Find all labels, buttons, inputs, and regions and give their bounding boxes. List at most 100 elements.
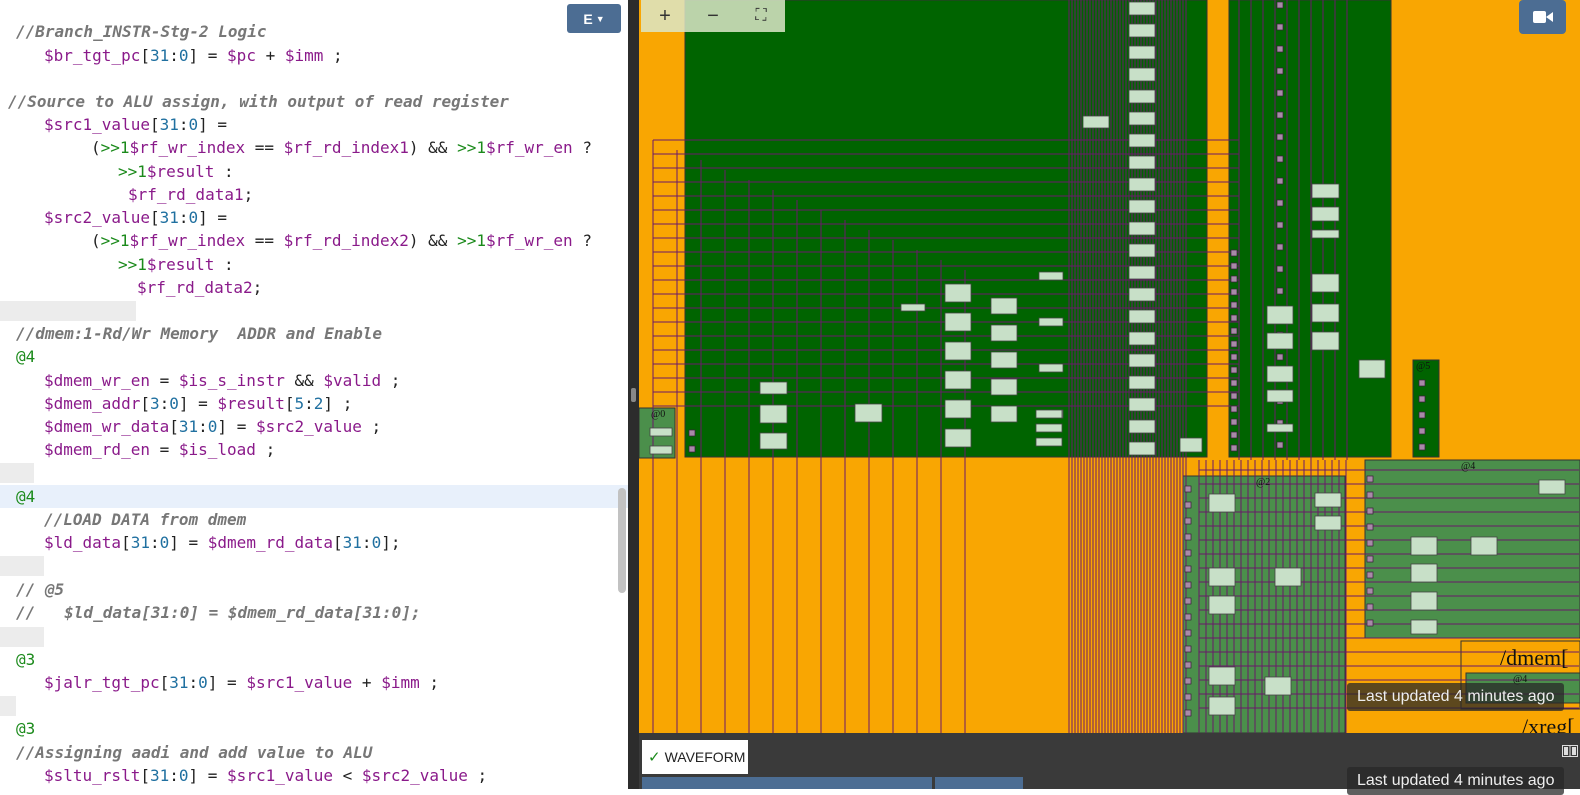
port: [1230, 366, 1238, 374]
code-text: :: [149, 533, 160, 552]
code-line[interactable]: >>1$result :: [0, 253, 234, 276]
code-line[interactable]: (>>1$rf_wr_index == $rf_rd_index2) && >>…: [0, 229, 592, 252]
logic-cell: [944, 428, 972, 448]
port: [1276, 45, 1284, 53]
code-line[interactable]: //dmem:1-Rd/Wr Memory ADDR and Enable: [0, 322, 382, 345]
port: [1230, 340, 1238, 348]
code-line[interactable]: $dmem_wr_data[31:0] = $src2_value ;: [0, 415, 381, 438]
code-line[interactable]: //LOAD DATA from dmem: [0, 508, 246, 531]
diagram-viewport[interactable]: @0 @5 @2 @4 @4 /dmem[ /xreg[ + − ⛶ Last …: [639, 0, 1580, 733]
code-text: [: [169, 417, 179, 436]
logic-cell: [1208, 595, 1236, 615]
code-signal: $src1_value: [44, 115, 150, 134]
code-line[interactable]: // $ld_data[31:0] = $dmem_rd_data[31:0];: [0, 601, 421, 624]
port: [1230, 275, 1238, 283]
code-line[interactable]: //Source to ALU assign, with output of r…: [0, 90, 509, 113]
code-text: :: [214, 255, 234, 274]
divider-handle-icon[interactable]: [631, 388, 636, 402]
code-comment: //Source to ALU assign, with output of r…: [8, 92, 509, 111]
split-view-icon[interactable]: [1562, 743, 1578, 759]
stage-block-5[interactable]: [1412, 359, 1440, 458]
logic-cell: [990, 324, 1018, 342]
code-line[interactable]: @3: [0, 648, 35, 671]
logic-cell: [1035, 423, 1063, 433]
logic-cell: [1128, 111, 1156, 126]
logic-cell: [854, 403, 883, 423]
logic-cell: [944, 370, 972, 390]
port: [1276, 353, 1284, 361]
logic-cell: [1128, 353, 1156, 368]
code-line[interactable]: //Branch_INSTR-Stg-2 Logic: [0, 20, 266, 43]
code-line[interactable]: $src2_value[31:0] =: [0, 206, 227, 229]
port: [1276, 133, 1284, 141]
code-pipe-token: @3: [16, 719, 36, 738]
logic-cell: [1410, 591, 1438, 611]
code-number: 0: [207, 417, 218, 436]
code-line[interactable]: (>>1$rf_wr_index == $rf_rd_index1) && >>…: [0, 136, 592, 159]
code-text: ] ;: [323, 394, 353, 413]
logic-cell: [1128, 397, 1156, 412]
port: [1184, 693, 1192, 701]
port: [1184, 677, 1192, 685]
code-text: ?: [572, 231, 592, 250]
code-text: (: [91, 231, 101, 250]
stage-block-regfile[interactable]: [1228, 0, 1392, 458]
tab-waveform[interactable]: ✓ WAVEFORM: [642, 740, 748, 774]
code-line[interactable]: $rf_rd_data2;: [0, 276, 262, 299]
editor-scrollbar[interactable]: [618, 488, 626, 593]
code-number: 31: [159, 208, 179, 227]
panel-tab-strip[interactable]: [642, 777, 932, 789]
code-line[interactable]: $dmem_addr[3:0] = $result[5:2] ;: [0, 392, 352, 415]
code-editor[interactable]: //Branch_INSTR-Stg-2 Logic $br_tgt_pc[31:…: [0, 0, 628, 789]
code-line[interactable]: @3: [0, 717, 35, 740]
code-pipe-token: @4: [16, 487, 36, 506]
logic-cell: [1311, 183, 1340, 199]
code-line[interactable]: @4: [0, 485, 628, 508]
code-line[interactable]: $jalr_tgt_pc[31:0] = $src1_value + $imm …: [0, 671, 439, 694]
logic-cell: [1128, 243, 1156, 258]
logic-cell: [1311, 331, 1340, 351]
code-line[interactable]: $dmem_rd_en = $is_load ;: [0, 438, 275, 461]
code-text: [: [333, 533, 343, 552]
port: [1230, 288, 1238, 296]
code-signal: $dmem_wr_en: [44, 371, 150, 390]
logic-cell: [1410, 563, 1438, 583]
code-line[interactable]: // @5: [0, 578, 64, 601]
zoom-out-button[interactable]: −: [689, 0, 737, 32]
code-text: [: [149, 115, 160, 134]
logic-cell: [990, 297, 1018, 315]
logic-cell: [1128, 419, 1156, 434]
editor-menu-button[interactable]: E ▼: [567, 4, 621, 33]
code-line[interactable]: >>1$result :: [0, 160, 234, 183]
logic-cell: [944, 399, 972, 419]
xreg-label: /xreg[: [1522, 714, 1575, 733]
code-text: [: [140, 394, 150, 413]
zoom-in-button[interactable]: +: [641, 0, 689, 32]
code-number: 31: [149, 766, 170, 785]
port: [1230, 249, 1238, 257]
code-line[interactable]: $src1_value[31:0] =: [0, 113, 227, 136]
code-line[interactable]: $ld_data[31:0] = $dmem_rd_data[31:0];: [0, 531, 400, 554]
code-text: ] =: [188, 766, 228, 785]
logic-cell: [1311, 206, 1340, 222]
pane-divider[interactable]: [628, 0, 639, 789]
code-signal: $src1_value: [227, 766, 334, 785]
record-video-button[interactable]: [1519, 0, 1566, 34]
code-line[interactable]: $dmem_wr_en = $is_s_instr && $valid ;: [0, 369, 400, 392]
code-signal: $imm: [284, 46, 324, 65]
code-line[interactable]: $rf_rd_data1;: [0, 183, 253, 206]
logic-cell: [1208, 567, 1236, 587]
code-line[interactable]: @4: [0, 345, 35, 368]
logic-cell: [1314, 515, 1342, 531]
port: [1366, 523, 1374, 531]
fit-view-button[interactable]: ⛶: [737, 0, 785, 32]
code-line[interactable]: $sltu_rslt[31:0] = $src1_value < $src2_v…: [0, 764, 487, 787]
code-line[interactable]: //Assigning aadi and add value to ALU: [0, 741, 372, 764]
logic-cell: [1128, 155, 1156, 170]
logic-cell: [1035, 437, 1063, 447]
logic-cell: [1035, 409, 1063, 419]
pipeline-diagram[interactable]: [639, 0, 1580, 733]
status-text: Last updated 4 minutes ago: [1357, 688, 1555, 705]
panel-tab-strip[interactable]: [935, 777, 1023, 789]
code-line[interactable]: $br_tgt_pc[31:0] = $pc + $imm ;: [0, 44, 343, 67]
